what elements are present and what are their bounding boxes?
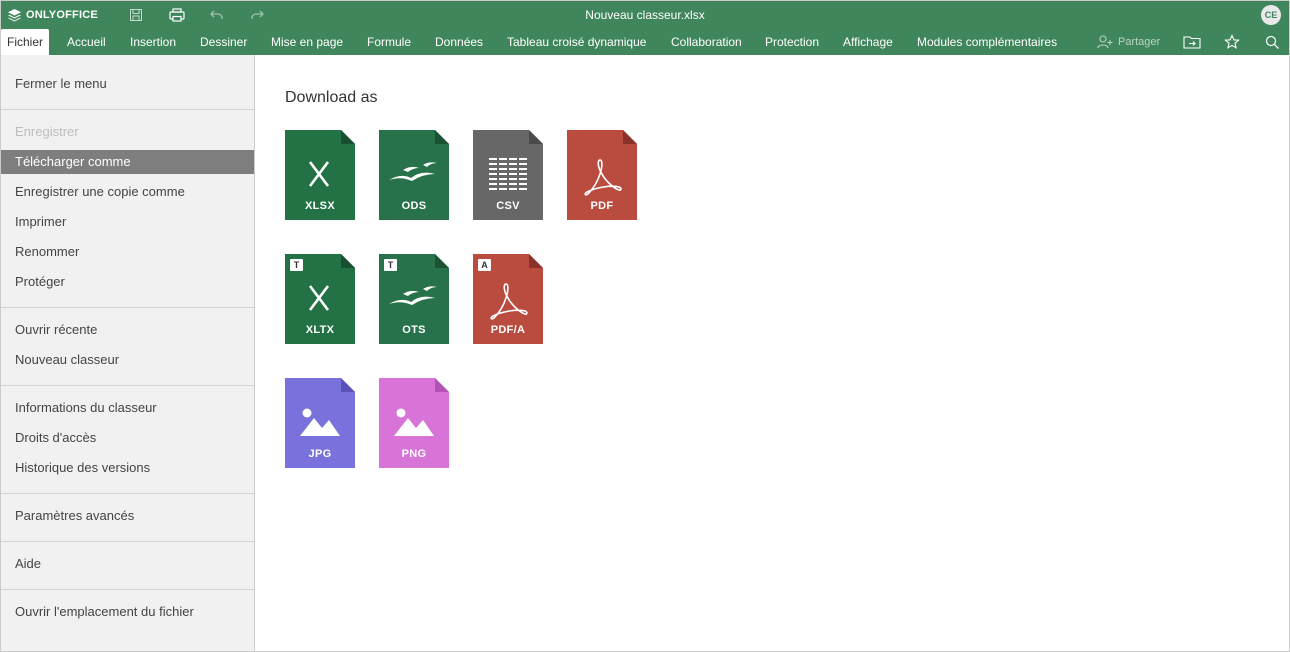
menu-separator bbox=[1, 541, 254, 542]
user-avatar[interactable]: CE bbox=[1261, 5, 1281, 25]
tab-affichage[interactable]: Affichage bbox=[837, 29, 899, 55]
format-csv-button[interactable]: CSV bbox=[473, 130, 543, 220]
format-xltx-button[interactable]: T XLTX bbox=[285, 254, 355, 344]
title-bar: ONLYOFFICE Nouveau classeur.xlsx CE bbox=[1, 1, 1289, 29]
template-badge: T bbox=[290, 259, 303, 271]
menu-ouvrir-recente[interactable]: Ouvrir récente bbox=[1, 318, 254, 342]
tab-accueil[interactable]: Accueil bbox=[61, 29, 112, 55]
menu-telecharger-comme[interactable]: Télécharger comme bbox=[1, 150, 254, 174]
menu-enregistrer-copie[interactable]: Enregistrer une copie comme bbox=[1, 180, 254, 204]
share-button[interactable]: Partager bbox=[1097, 34, 1160, 50]
format-pdf-button[interactable]: PDF bbox=[567, 130, 637, 220]
menu-historique[interactable]: Historique des versions bbox=[1, 456, 254, 480]
tab-insertion[interactable]: Insertion bbox=[124, 29, 182, 55]
format-label: XLTX bbox=[305, 324, 335, 336]
tab-dessiner[interactable]: Dessiner bbox=[194, 29, 253, 55]
share-label: Partager bbox=[1118, 36, 1161, 48]
menu-fermer[interactable]: Fermer le menu bbox=[1, 72, 254, 96]
menu-separator bbox=[1, 109, 254, 110]
template-badge: T bbox=[384, 259, 397, 271]
share-user-icon bbox=[1097, 35, 1113, 49]
format-ods-button[interactable]: ODS bbox=[379, 130, 449, 220]
tab-donnees[interactable]: Données bbox=[429, 29, 489, 55]
tab-tableau-croise[interactable]: Tableau croisé dynamique bbox=[501, 29, 652, 55]
tab-collaboration[interactable]: Collaboration bbox=[665, 29, 748, 55]
menu-informations[interactable]: Informations du classeur bbox=[1, 396, 254, 420]
tab-modules[interactable]: Modules complémentaires bbox=[911, 29, 1063, 55]
format-xlsx-button[interactable]: XLSX bbox=[285, 130, 355, 220]
tab-protection[interactable]: Protection bbox=[759, 29, 825, 55]
favorite-star-icon[interactable] bbox=[1223, 33, 1241, 51]
menu-imprimer[interactable]: Imprimer bbox=[1, 210, 254, 234]
format-label: PDF bbox=[590, 200, 614, 212]
open-location-icon[interactable] bbox=[1183, 33, 1201, 51]
search-icon[interactable] bbox=[1263, 33, 1281, 51]
tab-mise-en-page[interactable]: Mise en page bbox=[265, 29, 349, 55]
menu-separator bbox=[1, 589, 254, 590]
menu-proteger[interactable]: Protéger bbox=[1, 270, 254, 294]
menu-enregistrer: Enregistrer bbox=[15, 124, 79, 139]
format-label: ODS bbox=[401, 200, 427, 212]
menu-separator bbox=[1, 307, 254, 308]
menu-droits-acces[interactable]: Droits d'accès bbox=[1, 426, 254, 450]
download-title: Download as bbox=[285, 89, 378, 106]
format-pdfa-button[interactable]: A PDF/A bbox=[473, 254, 543, 344]
archive-badge: A bbox=[478, 259, 491, 271]
menu-parametres[interactable]: Paramètres avancés bbox=[1, 504, 254, 528]
app-window: ONLYOFFICE Nouveau classeur.xlsx CE Fich… bbox=[0, 0, 1290, 652]
format-label: XLSX bbox=[305, 200, 335, 212]
file-menu-panel: Fermer le menu Enregistrer Télécharger c… bbox=[1, 55, 255, 651]
menu-separator bbox=[1, 493, 254, 494]
menu-ouvrir-emplacement[interactable]: Ouvrir l'emplacement du fichier bbox=[1, 600, 254, 624]
format-label: CSV bbox=[496, 200, 520, 212]
download-panel: Download as XLSX ODS CSV PDF T XLTX T OT… bbox=[256, 55, 1289, 651]
tab-fichier[interactable]: Fichier bbox=[1, 29, 50, 55]
format-label: PDF/A bbox=[490, 324, 526, 336]
format-label: PNG bbox=[401, 448, 427, 460]
format-png-button[interactable]: PNG bbox=[379, 378, 449, 468]
format-label: JPG bbox=[308, 448, 332, 460]
format-ots-button[interactable]: T OTS bbox=[379, 254, 449, 344]
ribbon-tabs: Fichier Accueil Insertion Dessiner Mise … bbox=[1, 29, 1289, 55]
menu-aide[interactable]: Aide bbox=[1, 552, 254, 576]
format-label: OTS bbox=[402, 324, 426, 336]
format-jpg-button[interactable]: JPG bbox=[285, 378, 355, 468]
menu-renommer[interactable]: Renommer bbox=[1, 240, 254, 264]
menu-separator bbox=[1, 385, 254, 386]
tab-formule[interactable]: Formule bbox=[361, 29, 417, 55]
menu-nouveau-classeur[interactable]: Nouveau classeur bbox=[1, 348, 254, 372]
document-title: Nouveau classeur.xlsx bbox=[585, 8, 705, 22]
